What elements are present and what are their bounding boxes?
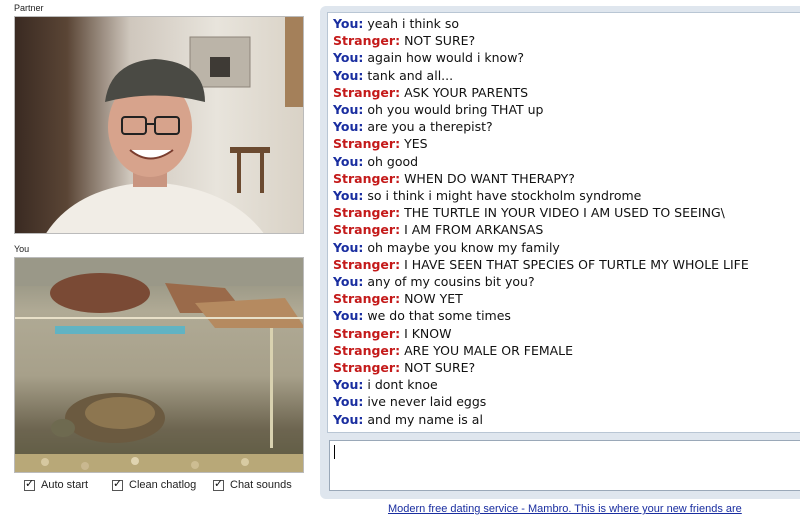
message-text: and my name is al bbox=[367, 411, 483, 427]
sender-stranger: Stranger: bbox=[333, 222, 401, 238]
sender-you: You: bbox=[333, 377, 364, 393]
message-text: ive never laid eggs bbox=[367, 394, 487, 410]
message-text: yeah i think so bbox=[367, 16, 460, 31]
chat-message: Stranger: ASK YOUR PARENTS bbox=[333, 84, 800, 101]
message-text: YES bbox=[404, 136, 428, 152]
sender-stranger: Stranger: bbox=[333, 33, 401, 49]
auto-start-label: Auto start bbox=[41, 479, 89, 491]
clean-chatlog-option[interactable]: Clean chatlog bbox=[112, 477, 197, 491]
you-video bbox=[14, 257, 304, 473]
auto-start-option[interactable]: Auto start bbox=[24, 477, 89, 491]
message-text: oh you would bring THAT up bbox=[367, 102, 544, 118]
ad-link[interactable]: Modern free dating service - Mambro. Thi… bbox=[388, 503, 742, 515]
message-text: ARE YOU MALE OR FEMALE bbox=[404, 342, 574, 358]
clean-chatlog-checkbox[interactable] bbox=[112, 477, 123, 491]
message-text: I KNOW bbox=[404, 325, 452, 341]
sender-you: You: bbox=[333, 119, 364, 135]
chat-log[interactable]: You: yeah i think so Stranger: NOT SURE? Y… bbox=[327, 12, 800, 433]
chat-message: Stranger: I AM FROM ARKANSAS bbox=[333, 221, 800, 238]
sender-stranger: Stranger: bbox=[333, 84, 401, 100]
sender-you: You: bbox=[333, 394, 364, 410]
chat-message: Stranger: NOT SURE? bbox=[333, 359, 800, 376]
message-text: ASK YOUR PARENTS bbox=[404, 84, 529, 100]
sender-you: You: bbox=[333, 153, 364, 169]
text-caret bbox=[334, 445, 335, 459]
chat-message: You: i dont knoe bbox=[333, 376, 800, 393]
chat-message: Stranger: I HAVE SEEN THAT SPECIES OF TU… bbox=[333, 256, 800, 273]
sender-stranger: Stranger: bbox=[333, 170, 401, 186]
sender-you: You: bbox=[333, 188, 364, 204]
sender-you: You: bbox=[333, 67, 364, 83]
chat-sounds-checkbox[interactable] bbox=[213, 477, 224, 491]
sender-you: You: bbox=[333, 102, 364, 118]
message-text: NOW YET bbox=[404, 291, 463, 307]
sender-you: You: bbox=[333, 308, 364, 324]
sender-stranger: Stranger: bbox=[333, 136, 401, 152]
message-text: we do that some times bbox=[367, 308, 511, 324]
chat-message: Stranger: ARE YOU MALE OR FEMALE bbox=[333, 342, 800, 359]
chat-message: Stranger: NOW YET bbox=[333, 290, 800, 307]
message-text: NOT SURE? bbox=[404, 360, 476, 376]
chat-message: Stranger: YES bbox=[333, 135, 800, 152]
chat-message: You: we do that some times bbox=[333, 307, 800, 324]
chat-message: You: oh good bbox=[333, 153, 800, 170]
message-text: I AM FROM ARKANSAS bbox=[404, 222, 544, 238]
sender-you: You: bbox=[333, 411, 364, 427]
chat-message: You: yeah i think so bbox=[333, 15, 800, 32]
partner-label: Partner bbox=[14, 3, 44, 13]
message-text: are you a therepist? bbox=[367, 119, 493, 135]
message-text: I HAVE SEEN THAT SPECIES OF TURTLE MY WH… bbox=[404, 256, 749, 272]
chat-message: Stranger: I KNOW bbox=[333, 325, 800, 342]
sender-you: You: bbox=[333, 16, 364, 31]
chat-message: You: oh you would bring THAT up bbox=[333, 101, 800, 118]
sender-stranger: Stranger: bbox=[333, 342, 401, 358]
message-text: any of my cousins bit you? bbox=[367, 274, 535, 290]
clean-chatlog-label: Clean chatlog bbox=[129, 479, 197, 491]
chat-message: Stranger: NOT SURE? bbox=[333, 32, 800, 49]
message-text: so i think i might have stockholm syndro… bbox=[367, 188, 642, 204]
sender-stranger: Stranger: bbox=[333, 325, 401, 341]
message-input[interactable] bbox=[329, 440, 800, 491]
partner-video-frame bbox=[46, 17, 303, 233]
sender-you: You: bbox=[333, 50, 364, 66]
chat-message: You: are you a therepist? bbox=[333, 118, 800, 135]
message-text: oh good bbox=[367, 153, 419, 169]
chat-sounds-label: Chat sounds bbox=[230, 479, 292, 491]
sender-you: You: bbox=[333, 239, 364, 255]
chat-sounds-option[interactable]: Chat sounds bbox=[213, 477, 292, 491]
sender-stranger: Stranger: bbox=[333, 360, 401, 376]
chat-message: Stranger: THE TURTLE IN YOUR VIDEO I AM … bbox=[333, 204, 800, 221]
you-video-frame bbox=[15, 258, 303, 472]
chat-message: You: so i think i might have stockholm s… bbox=[333, 187, 800, 204]
auto-start-checkbox[interactable] bbox=[24, 477, 35, 491]
chat-message: You: ive never laid eggs bbox=[333, 393, 800, 410]
chat-message: You: again how would i know? bbox=[333, 49, 800, 66]
sender-stranger: Stranger: bbox=[333, 256, 401, 272]
partner-video bbox=[14, 16, 304, 234]
message-text: NOT SURE? bbox=[404, 33, 476, 49]
message-text: tank and all... bbox=[367, 67, 454, 83]
sender-you: You: bbox=[333, 274, 364, 290]
chat-message: You: and my name is al bbox=[333, 411, 800, 428]
chat-message: You: any of my cousins bit you? bbox=[333, 273, 800, 290]
message-text: WHEN DO WANT THERAPY? bbox=[404, 170, 575, 186]
sender-stranger: Stranger: bbox=[333, 205, 401, 221]
you-label: You bbox=[14, 244, 30, 254]
chat-message: You: oh maybe you know my family bbox=[333, 239, 800, 256]
message-text: again how would i know? bbox=[367, 50, 525, 66]
message-text: oh maybe you know my family bbox=[367, 239, 560, 255]
chat-message: You: tank and all... bbox=[333, 67, 800, 84]
message-text: THE TURTLE IN YOUR VIDEO I AM USED TO SE… bbox=[404, 205, 725, 221]
sender-stranger: Stranger: bbox=[333, 291, 401, 307]
chat-message: Stranger: WHEN DO WANT THERAPY? bbox=[333, 170, 800, 187]
message-text: i dont knoe bbox=[367, 377, 438, 393]
